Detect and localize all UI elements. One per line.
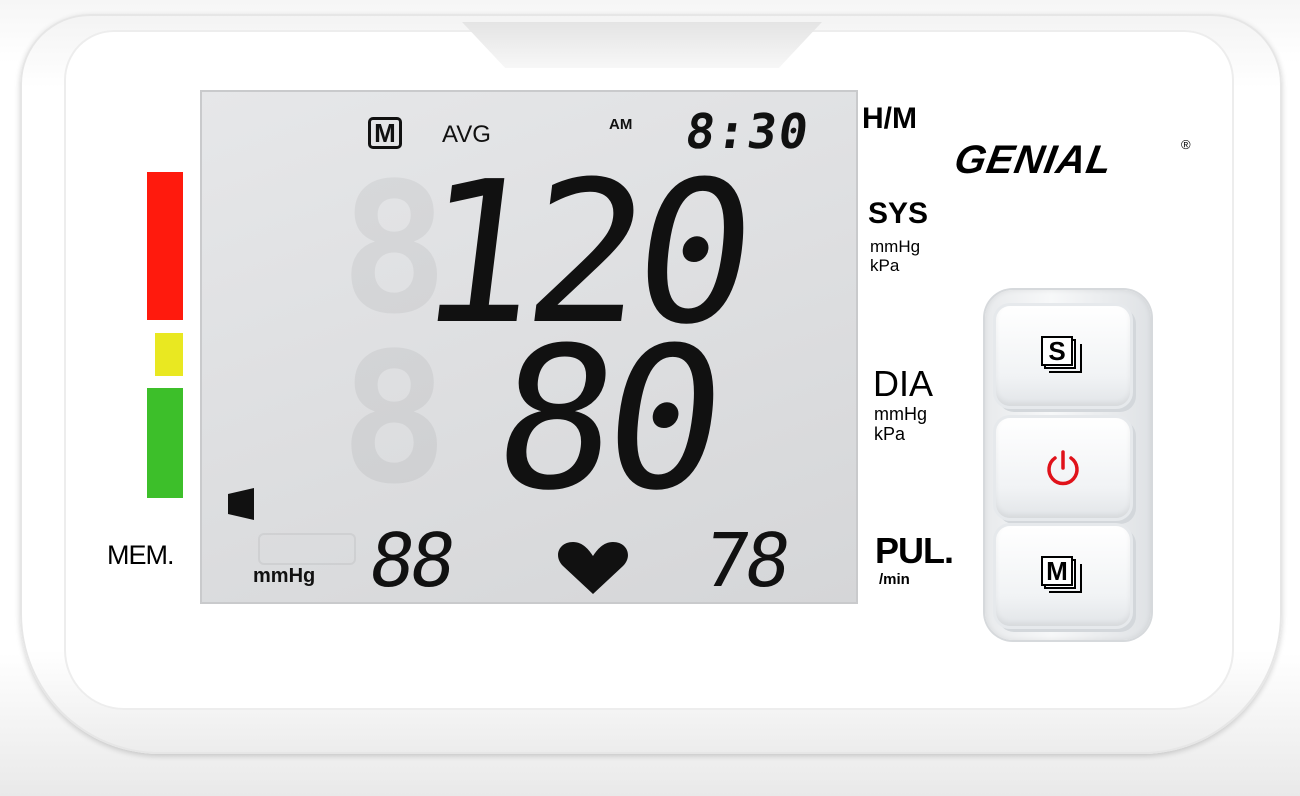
risk-bar-normal xyxy=(147,388,183,498)
top-notch xyxy=(462,22,822,68)
dia-unit-kpa: kPa xyxy=(874,424,906,444)
pul-unit: /min xyxy=(879,571,910,588)
registered-mark: ® xyxy=(1181,137,1191,152)
sys-unit-mmhg: mmHg xyxy=(870,237,921,256)
power-button[interactable] xyxy=(996,418,1130,518)
set-button[interactable]: S xyxy=(996,306,1130,406)
level-pointer-icon xyxy=(228,488,254,520)
pulse-reading: 78 xyxy=(698,518,793,604)
dia-label: DIA xyxy=(873,363,934,404)
memory-icon: M xyxy=(1041,556,1082,593)
display-unit: mmHg xyxy=(253,565,316,587)
pul-label: PUL. xyxy=(875,530,954,571)
memory-icon-glyph: M xyxy=(1041,556,1073,586)
brand-logo: GENIAL xyxy=(951,138,1117,182)
set-icon-glyph: S xyxy=(1041,336,1073,366)
diastolic-reading: 80 xyxy=(484,306,729,534)
kpa-indicator-ghost xyxy=(258,533,356,565)
set-icon: S xyxy=(1041,336,1082,373)
dia-unit-mmhg: mmHg xyxy=(874,404,927,424)
memory-indicator-icon: M xyxy=(368,117,402,149)
memory-button[interactable]: M xyxy=(996,526,1130,626)
time-format-label: H/M xyxy=(862,102,917,135)
meridiem-label: AM xyxy=(609,116,633,133)
memory-number: 88 xyxy=(363,518,458,604)
sys-label: SYS xyxy=(868,197,929,230)
risk-bar-medium xyxy=(155,333,183,376)
power-icon xyxy=(1047,450,1079,486)
mem-label: MEM. xyxy=(107,540,174,570)
heart-icon xyxy=(558,542,628,594)
sys-unit-kpa: kPa xyxy=(870,256,900,275)
risk-bar-high xyxy=(147,172,183,320)
